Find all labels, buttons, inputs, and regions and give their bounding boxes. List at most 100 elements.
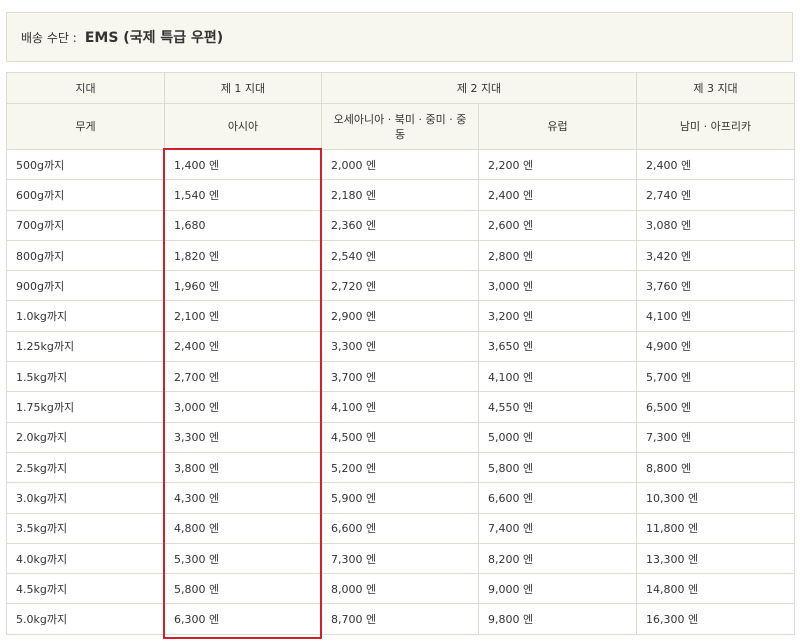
zone3-southamerica-africa-price-cell: 2,400 엔	[636, 148, 796, 181]
rate-table-body: 500g까지 1,400 엔 2,000 엔 2,200 엔 2,400 엔 600g까지…	[6, 148, 796, 635]
zone2-europe-price-cell: 2,200 엔	[477, 148, 638, 181]
table-row: 1.25kg까지 2,400 엔 3,300 엔 3,650 엔 4,900 엔	[6, 330, 796, 363]
weight-cell: 1.0kg까지	[6, 300, 165, 332]
zone3-southamerica-africa-price-cell: 3,760 엔	[636, 270, 796, 302]
zone2-oceania-price-cell: 5,900 엔	[321, 482, 479, 514]
zone3-southamerica-africa-price-cell: 8,800 엔	[636, 451, 796, 484]
zone1-asia-price-cell: 1,400 엔	[164, 148, 322, 181]
weight-cell: 800g까지	[6, 239, 165, 272]
table-row: 600g까지 1,540 엔 2,180 엔 2,400 엔 2,740 엔	[6, 179, 796, 211]
zone2-europe-price-cell: 7,400 엔	[477, 512, 638, 544]
ems-rate-table: 지대 제 1 지대 제 2 지대 제 3 지대 무게 아시아 오세아니아 · 북…	[6, 72, 796, 635]
table-row: 3.5kg까지 4,800 엔 6,600 엔 7,400 엔 11,800 엔	[6, 512, 796, 544]
zone3-southamerica-africa-price-cell: 2,740 엔	[636, 179, 796, 211]
table-row: 4.5kg까지 5,800 엔 8,000 엔 9,000 엔 14,800 엔	[6, 573, 796, 605]
table-row: 1.0kg까지 2,100 엔 2,900 엔 3,200 엔 4,100 엔	[6, 300, 796, 332]
zone2-oceania-price-cell: 2,900 엔	[321, 300, 479, 332]
header-weight: 무게	[6, 103, 165, 150]
zone1-asia-price-cell: 2,400 엔	[164, 330, 322, 363]
zone3-southamerica-africa-price-cell: 7,300 엔	[636, 421, 796, 453]
zone1-asia-price-cell: 4,800 엔	[164, 512, 322, 544]
zone2-oceania-price-cell: 2,000 엔	[321, 148, 479, 181]
zone2-europe-price-cell: 3,000 엔	[477, 270, 638, 302]
zone1-asia-price-cell: 1,820 엔	[164, 239, 322, 272]
table-row: 2.0kg까지 3,300 엔 4,500 엔 5,000 엔 7,300 엔	[6, 421, 796, 453]
shipping-method-label: 배송 수단 :	[21, 30, 77, 45]
zone2-europe-price-cell: 5,800 엔	[477, 451, 638, 484]
zone2-oceania-price-cell: 3,700 엔	[321, 361, 479, 393]
header-europe: 유럽	[477, 103, 638, 150]
weight-cell: 900g까지	[6, 270, 165, 302]
table-row: 900g까지 1,960 엔 2,720 엔 3,000 엔 3,760 엔	[6, 270, 796, 302]
zone1-asia-price-cell: 3,800 엔	[164, 451, 322, 484]
header-zone-3: 제 3 지대	[636, 72, 796, 104]
zone2-europe-price-cell: 3,650 엔	[477, 330, 638, 363]
zone1-asia-price-cell: 3,000 엔	[164, 391, 322, 423]
zone2-oceania-price-cell: 7,300 엔	[321, 542, 479, 575]
zone2-oceania-price-cell: 2,720 엔	[321, 270, 479, 302]
shipping-method-value: EMS (국제 특급 우편)	[84, 30, 224, 46]
header-zone-label: 지대	[6, 72, 165, 104]
table-row: 5.0kg까지 6,300 엔 8,700 엔 9,800 엔 16,300 엔	[6, 603, 796, 635]
zone2-oceania-price-cell: 4,100 엔	[321, 391, 479, 423]
zone2-europe-price-cell: 4,550 엔	[477, 391, 638, 423]
shipping-method-box: 배송 수단 : EMS (국제 특급 우편)	[6, 12, 793, 62]
weight-cell: 5.0kg까지	[6, 603, 165, 635]
zone3-southamerica-africa-price-cell: 10,300 엔	[636, 482, 796, 514]
zone3-southamerica-africa-price-cell: 3,420 엔	[636, 239, 796, 272]
zone2-oceania-price-cell: 2,180 엔	[321, 179, 479, 211]
zone2-europe-price-cell: 2,800 엔	[477, 239, 638, 272]
zone1-asia-price-cell: 5,800 엔	[164, 573, 322, 605]
zone2-europe-price-cell: 6,600 엔	[477, 482, 638, 514]
weight-cell: 3.0kg까지	[6, 482, 165, 514]
zone2-oceania-price-cell: 5,200 엔	[321, 451, 479, 484]
zone2-oceania-price-cell: 6,600 엔	[321, 512, 479, 544]
weight-cell: 500g까지	[6, 148, 165, 181]
weight-cell: 2.5kg까지	[6, 451, 165, 484]
zone2-europe-price-cell: 3,200 엔	[477, 300, 638, 332]
zone3-southamerica-africa-price-cell: 5,700 엔	[636, 361, 796, 393]
table-row: 3.0kg까지 4,300 엔 5,900 엔 6,600 엔 10,300 엔	[6, 482, 796, 514]
header-southamerica-africa: 남미 · 아프리카	[636, 103, 796, 150]
table-row: 700g까지 1,680 2,360 엔 2,600 엔 3,080 엔	[6, 209, 796, 241]
header-zone-2: 제 2 지대	[320, 72, 638, 104]
zone1-asia-price-cell: 1,540 엔	[164, 179, 322, 211]
table-row: 1.75kg까지 3,000 엔 4,100 엔 4,550 엔 6,500 엔	[6, 391, 796, 423]
zone2-europe-price-cell: 2,600 엔	[477, 209, 638, 241]
table-row: 500g까지 1,400 엔 2,000 엔 2,200 엔 2,400 엔	[6, 148, 796, 181]
zone1-asia-price-cell: 4,300 엔	[164, 482, 322, 514]
weight-cell: 1.25kg까지	[6, 330, 165, 363]
zone2-europe-price-cell: 8,200 엔	[477, 542, 638, 575]
table-row: 4.0kg까지 5,300 엔 7,300 엔 8,200 엔 13,300 엔	[6, 542, 796, 575]
zone2-oceania-price-cell: 3,300 엔	[321, 330, 479, 363]
zone3-southamerica-africa-price-cell: 4,100 엔	[636, 300, 796, 332]
table-row: 2.5kg까지 3,800 엔 5,200 엔 5,800 엔 8,800 엔	[6, 451, 796, 484]
zone3-southamerica-africa-price-cell: 6,500 엔	[636, 391, 796, 423]
zone3-southamerica-africa-price-cell: 16,300 엔	[636, 603, 796, 635]
zone2-europe-price-cell: 9,000 엔	[477, 573, 638, 605]
weight-cell: 600g까지	[6, 179, 165, 211]
weight-cell: 4.0kg까지	[6, 542, 165, 575]
table-row: 800g까지 1,820 엔 2,540 엔 2,800 엔 3,420 엔	[6, 239, 796, 272]
weight-cell: 3.5kg까지	[6, 512, 165, 544]
zone1-asia-price-cell: 2,100 엔	[164, 300, 322, 332]
zone2-europe-price-cell: 9,800 엔	[477, 603, 638, 635]
zone2-europe-price-cell: 2,400 엔	[477, 179, 638, 211]
zone1-asia-price-cell: 5,300 엔	[164, 542, 322, 575]
zone1-asia-price-cell: 2,700 엔	[164, 361, 322, 393]
header-asia: 아시아	[164, 103, 322, 150]
zone3-southamerica-africa-price-cell: 11,800 엔	[636, 512, 796, 544]
zone2-europe-price-cell: 4,100 엔	[477, 361, 638, 393]
weight-cell: 1.75kg까지	[6, 391, 165, 423]
weight-cell: 1.5kg까지	[6, 361, 165, 393]
weight-cell: 700g까지	[6, 209, 165, 241]
zone3-southamerica-africa-price-cell: 3,080 엔	[636, 209, 796, 241]
header-zone-1: 제 1 지대	[164, 72, 322, 104]
zone1-asia-price-cell: 3,300 엔	[164, 421, 322, 453]
zone3-southamerica-africa-price-cell: 13,300 엔	[636, 542, 796, 575]
zone2-oceania-price-cell: 8,700 엔	[321, 603, 479, 635]
zone2-oceania-price-cell: 2,360 엔	[321, 209, 479, 241]
table-row: 1.5kg까지 2,700 엔 3,700 엔 4,100 엔 5,700 엔	[6, 361, 796, 393]
zone1-asia-price-cell: 1,680	[164, 209, 322, 241]
zone2-oceania-price-cell: 8,000 엔	[321, 573, 479, 605]
